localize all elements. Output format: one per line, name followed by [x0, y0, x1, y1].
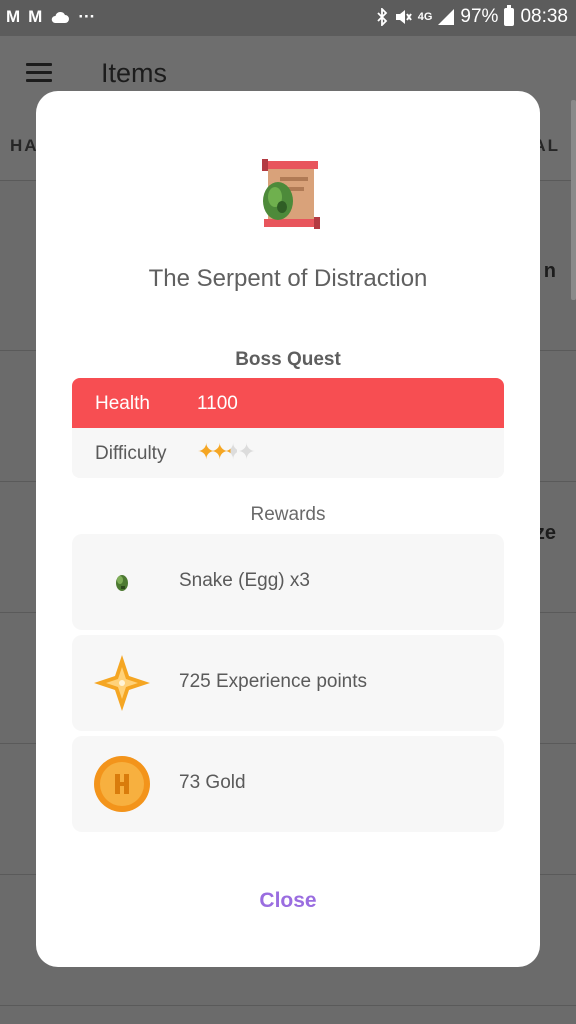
signal-icon: [438, 9, 455, 25]
gmail-icon: M: [28, 7, 43, 26]
health-label: Health: [95, 393, 150, 414]
reward-label: 73 Gold: [179, 772, 246, 793]
page-title: Items: [101, 58, 168, 88]
bluetooth-icon: [377, 8, 388, 26]
star-empty-icon: ✦: [237, 439, 256, 464]
rewards-label: Rewards: [250, 504, 326, 525]
list-item-edge-text: n: [543, 260, 556, 282]
battery-icon: [504, 5, 515, 26]
star-half-icon: ✦: [223, 439, 243, 464]
quest-detail-dialog: The Serpent of Distraction Boss Quest He…: [36, 91, 540, 967]
star-full-icon: ✦: [197, 439, 216, 464]
hamburger-menu-icon[interactable]: [26, 63, 52, 83]
reward-item: Snake (Egg) x3: [72, 534, 504, 630]
boss-quest-label: Boss Quest: [235, 349, 341, 370]
health-row: Health 1100: [72, 378, 504, 428]
difficulty-row: Difficulty ✦✦✦✦: [72, 428, 504, 478]
notification-icons: M M ···: [6, 6, 95, 28]
tab-left-partial[interactable]: HA: [10, 136, 39, 156]
more-icon: ···: [78, 7, 96, 26]
reward-label: 725 Experience points: [179, 671, 368, 692]
quest-scroll-icon: [262, 159, 320, 229]
gmail-icon: M: [6, 7, 21, 26]
status-bar: M M ··· 4G 97% 08:38: [0, 0, 576, 36]
snake-egg-icon: [116, 575, 128, 591]
mute-icon: [395, 10, 412, 24]
reward-item: 73 Gold: [72, 736, 504, 832]
close-button[interactable]: Close: [228, 881, 348, 921]
network-type: 4G: [417, 11, 433, 23]
clock: 08:38: [520, 6, 568, 27]
difficulty-label: Difficulty: [95, 443, 167, 464]
gold-coin-icon: [94, 756, 150, 812]
cloud-icon: [52, 11, 70, 23]
difficulty-rating: ✦✦✦✦: [197, 439, 256, 465]
quest-title: The Serpent of Distraction: [148, 265, 428, 292]
scrollbar[interactable]: [571, 100, 576, 300]
experience-star-icon: [94, 655, 150, 711]
boss-stats: Health 1100 Difficulty ✦✦✦✦: [72, 378, 504, 478]
health-value: 1100: [197, 393, 238, 414]
battery-percent: 97%: [460, 6, 499, 27]
system-icons: 4G 97% 08:38: [376, 5, 568, 28]
star-full-icon: ✦: [210, 439, 229, 464]
reward-label: Snake (Egg) x3: [179, 570, 310, 591]
reward-item: 725 Experience points: [72, 635, 504, 731]
